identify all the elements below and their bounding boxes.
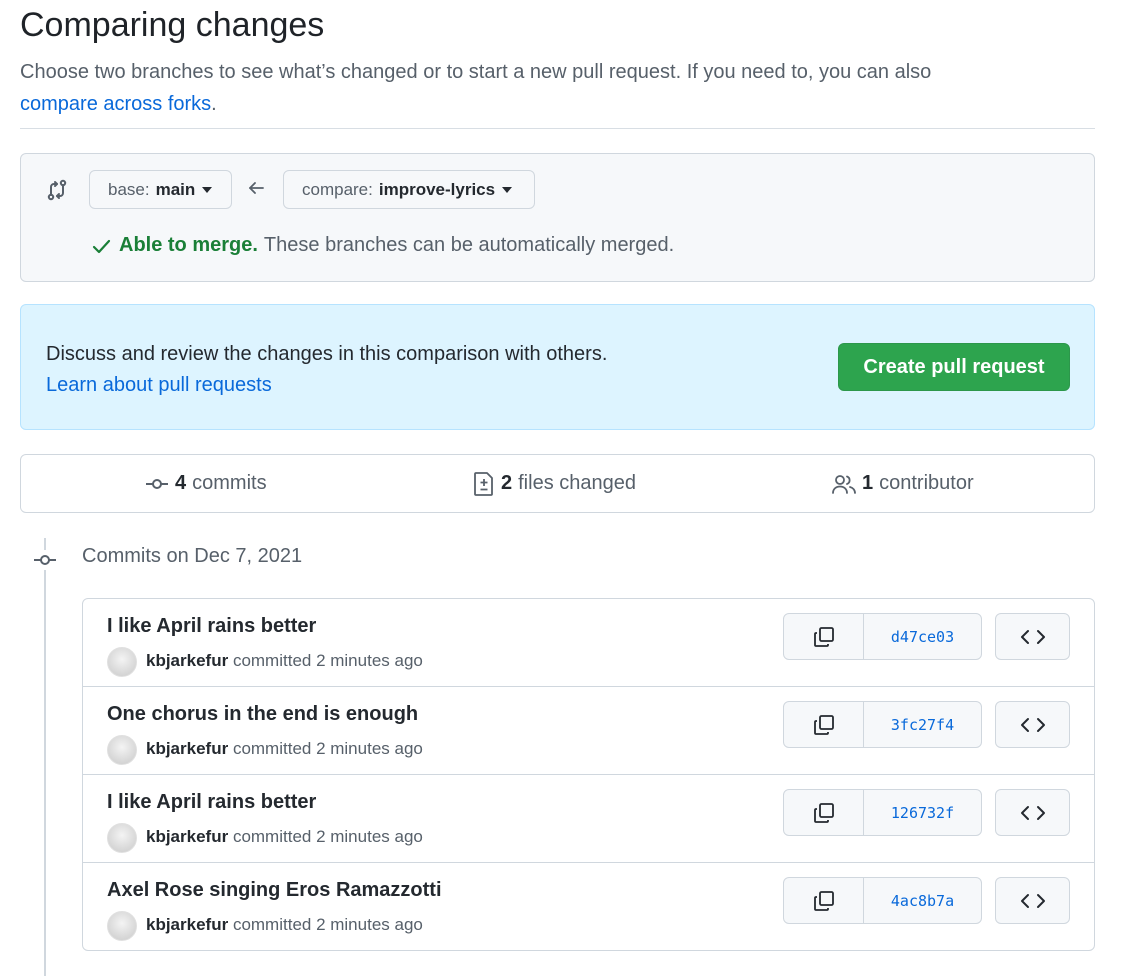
commit-sha-link[interactable]: 4ac8b7a: [864, 878, 981, 923]
avatar[interactable]: [107, 647, 137, 677]
contributors-label: contributor: [879, 472, 974, 494]
browse-repository-button[interactable]: [995, 877, 1070, 924]
intro-period: .: [211, 93, 217, 115]
commit-meta: kbjarkefur committed 2 minutes ago: [146, 739, 423, 759]
git-compare-icon: [47, 179, 67, 201]
copy-icon: [813, 802, 834, 823]
commit-author-link[interactable]: kbjarkefur: [146, 915, 228, 934]
pr-prompt-text: Discuss and review the changes in this c…: [46, 339, 607, 401]
compare-across-forks-link[interactable]: compare across forks: [20, 93, 211, 115]
copy-sha-button[interactable]: [784, 878, 864, 923]
commits-summary[interactable]: 4 commits: [145, 455, 267, 512]
commit-meta: kbjarkefur committed 2 minutes ago: [146, 915, 423, 935]
commit-title-link[interactable]: I like April rains better: [107, 615, 316, 638]
copy-sha-button[interactable]: [784, 614, 864, 659]
create-pr-prompt: Discuss and review the changes in this c…: [20, 304, 1095, 430]
commit-row: I like April rains better kbjarkefur com…: [83, 774, 1094, 862]
code-icon: [1020, 717, 1045, 732]
merge-description: These branches can be automatically merg…: [263, 234, 675, 256]
code-icon: [1020, 893, 1045, 908]
commit-sha-link[interactable]: d47ce03: [864, 614, 981, 659]
copy-icon: [813, 890, 834, 911]
files-summary[interactable]: 2 files changed: [473, 455, 636, 512]
commit-meta: kbjarkefur committed 2 minutes ago: [146, 651, 423, 671]
avatar[interactable]: [107, 911, 137, 941]
contributors-summary[interactable]: 1 contributor: [832, 455, 974, 512]
commit-time: committed 2 minutes ago: [232, 915, 423, 934]
commit-author-link[interactable]: kbjarkefur: [146, 827, 228, 846]
commit-meta: kbjarkefur committed 2 minutes ago: [146, 827, 423, 847]
commit-sha-link[interactable]: 126732f: [864, 790, 981, 835]
copy-sha-button[interactable]: [784, 702, 864, 747]
learn-about-pull-requests-link[interactable]: Learn about pull requests: [46, 374, 272, 396]
commit-title-link[interactable]: Axel Rose singing Eros Ramazzotti: [107, 879, 442, 902]
commit-actions: d47ce03: [783, 613, 982, 660]
header-divider: [20, 128, 1095, 129]
range-editor: base: main compare: improve-lyrics Able …: [20, 153, 1095, 282]
commit-actions: 4ac8b7a: [783, 877, 982, 924]
commit-actions: 126732f: [783, 789, 982, 836]
check-icon: [92, 239, 111, 253]
commit-row: Axel Rose singing Eros Ramazzotti kbjark…: [83, 862, 1094, 950]
pr-prompt-description: Discuss and review the changes in this c…: [46, 343, 608, 365]
commit-time: committed 2 minutes ago: [232, 651, 423, 670]
code-icon: [1020, 629, 1045, 644]
git-commit-icon: [33, 550, 57, 570]
files-label: files changed: [518, 472, 636, 494]
file-diff-icon: [474, 471, 493, 496]
merge-ok-label: Able to merge.: [119, 234, 258, 256]
commit-author-link[interactable]: kbjarkefur: [146, 651, 228, 670]
commit-row: One chorus in the end is enough kbjarkef…: [83, 686, 1094, 774]
base-branch-value: main: [155, 179, 196, 199]
copy-icon: [813, 626, 834, 647]
copy-sha-button[interactable]: [784, 790, 864, 835]
commit-list: I like April rains better kbjarkefur com…: [82, 598, 1095, 951]
commits-label: commits: [192, 472, 267, 494]
page-title: Comparing changes: [20, 6, 325, 44]
base-branch-selector[interactable]: base: main: [89, 170, 232, 209]
commit-title-link[interactable]: I like April rains better: [107, 791, 316, 814]
commits-date-heading: Commits on Dec 7, 2021: [82, 545, 303, 567]
arrow-left-icon: [249, 182, 264, 194]
commits-count: 4: [175, 472, 187, 494]
compare-branch-selector[interactable]: compare: improve-lyrics: [283, 170, 535, 209]
commit-author-link[interactable]: kbjarkefur: [146, 739, 228, 758]
commit-sha-link[interactable]: 3fc27f4: [864, 702, 981, 747]
avatar[interactable]: [107, 735, 137, 765]
intro-description: Choose two branches to see what’s change…: [20, 61, 932, 83]
merge-status: Able to merge. These branches can be aut…: [91, 234, 674, 257]
code-icon: [1020, 805, 1045, 820]
copy-icon: [813, 714, 834, 735]
timeline-line: [44, 538, 46, 976]
compare-branch-label: compare:: [302, 179, 373, 199]
commit-time: committed 2 minutes ago: [232, 827, 423, 846]
create-pull-request-button[interactable]: Create pull request: [838, 343, 1070, 391]
files-count: 2: [501, 472, 513, 494]
compare-summary: 4 commits 2 files changed 1 contributor: [20, 454, 1095, 513]
chevron-down-icon: [202, 186, 213, 193]
browse-repository-button[interactable]: [995, 613, 1070, 660]
contributors-count: 1: [862, 472, 874, 494]
browse-repository-button[interactable]: [995, 701, 1070, 748]
git-commit-icon: [146, 478, 168, 489]
commit-row: I like April rains better kbjarkefur com…: [83, 599, 1094, 686]
chevron-down-icon: [502, 186, 513, 193]
people-icon: [832, 474, 856, 494]
intro-text: Choose two branches to see what’s change…: [20, 56, 1020, 120]
avatar[interactable]: [107, 823, 137, 853]
commit-time: committed 2 minutes ago: [232, 739, 423, 758]
compare-branch-value: improve-lyrics: [378, 179, 496, 199]
commit-actions: 3fc27f4: [783, 701, 982, 748]
base-branch-label: base:: [108, 179, 150, 199]
commit-title-link[interactable]: One chorus in the end is enough: [107, 703, 418, 726]
browse-repository-button[interactable]: [995, 789, 1070, 836]
